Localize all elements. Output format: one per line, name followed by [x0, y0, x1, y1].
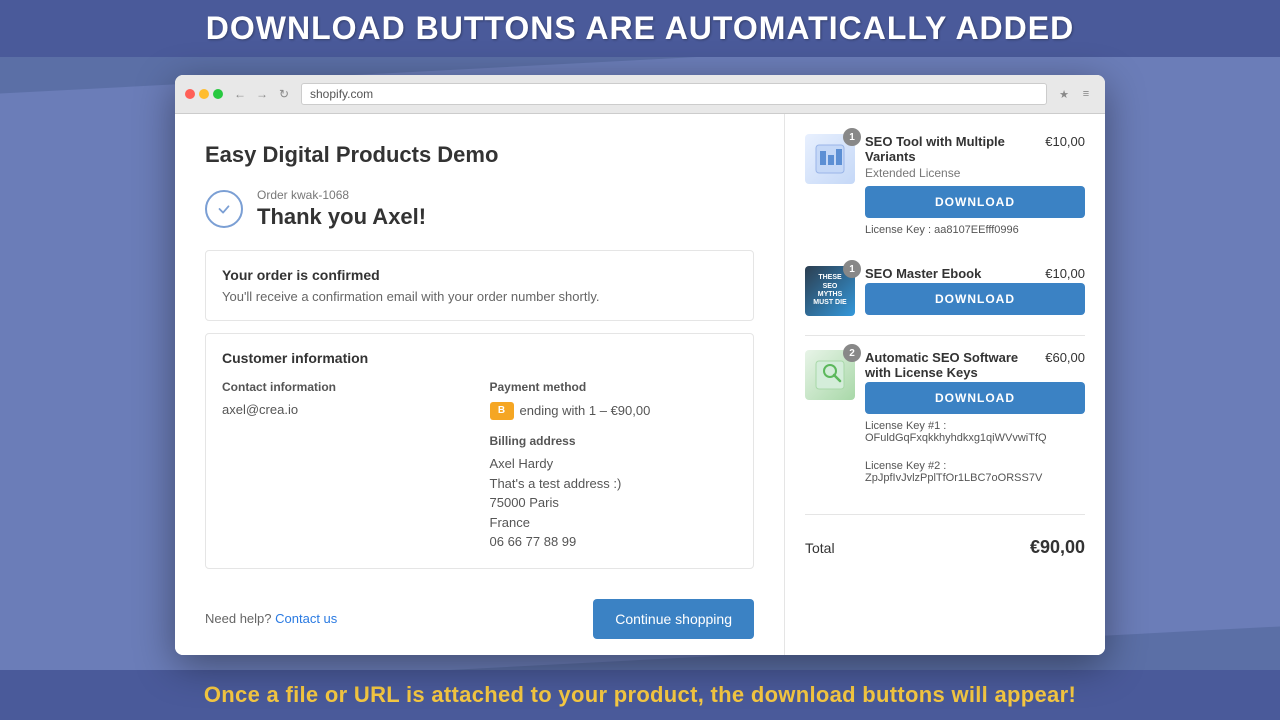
item-3-img-wrap: 2: [805, 350, 855, 400]
item-1-top-row: SEO Tool with Multiple Variants Extended…: [865, 134, 1085, 186]
footer-row: Need help? Contact us Continue shopping: [205, 589, 754, 639]
item-3-license-key-2: License Key #2 : ZpJpfIvJvlzPplTfOr1LBC7…: [865, 460, 1085, 484]
billing-section: Billing address Axel Hardy That's a test…: [490, 434, 738, 552]
item-2-top-row: SEO Master Ebook €10,00: [865, 266, 1085, 283]
browser-window: ← → ↻ shopify.com ★ ≡ Easy Digital Produ…: [175, 75, 1105, 655]
order-item-2: THESE SEO MYTHS MUST DIE 1 SEO Master Eb…: [805, 266, 1085, 321]
forward-button[interactable]: →: [253, 85, 271, 103]
browser-chrome: ← → ↻ shopify.com ★ ≡: [175, 75, 1105, 114]
bottom-banner: Once a file or URL is attached to your p…: [0, 670, 1280, 720]
need-help-text: Need help? Contact us: [205, 611, 337, 626]
total-divider: [805, 514, 1085, 515]
menu-icon[interactable]: ≡: [1077, 85, 1095, 103]
top-banner: DOWNLOAD BUTTONS ARE AUTOMATICALLY ADDED: [0, 0, 1280, 57]
item-1-license-key: License Key : aa8107EEfff0996: [865, 224, 1085, 236]
top-banner-text: DOWNLOAD BUTTONS ARE AUTOMATICALLY ADDED: [206, 10, 1074, 46]
order-confirmed-box: Your order is confirmed You'll receive a…: [205, 250, 754, 321]
store-title: Easy Digital Products Demo: [205, 142, 754, 168]
order-item-1: 1 SEO Tool with Multiple Variants Extend…: [805, 134, 1085, 252]
contact-label: Contact information: [222, 380, 470, 394]
item-3-details: Automatic SEO Software with License Keys…: [865, 350, 1085, 500]
item-1-download-button[interactable]: DOWNLOAD: [865, 186, 1085, 218]
item-3-price: €60,00: [1045, 350, 1085, 365]
item-3-license-key-1: License Key #1 : OFuldGqFxqkkhyhdkxg1qiW…: [865, 420, 1085, 444]
order-info: Order kwak-1068 Thank you Axel!: [257, 188, 426, 230]
item-1-img-wrap: 1: [805, 134, 855, 184]
item-1-price: €10,00: [1045, 134, 1085, 149]
dot-minimize[interactable]: [199, 89, 209, 99]
item-2-details: SEO Master Ebook €10,00 DOWNLOAD: [865, 266, 1085, 321]
item-1-variant: Extended License: [865, 166, 1045, 180]
url-text: shopify.com: [310, 87, 373, 101]
item-3-download-button[interactable]: DOWNLOAD: [865, 382, 1085, 414]
customer-info-title: Customer information: [222, 350, 737, 366]
item-1-name: SEO Tool with Multiple Variants: [865, 134, 1045, 164]
contact-col: Contact information axel@crea.io: [222, 380, 470, 552]
browser-dots: [185, 89, 223, 99]
left-panel: Easy Digital Products Demo Order kwak-10…: [175, 114, 785, 655]
billing-name: Axel Hardy: [490, 454, 738, 474]
browser-nav: ← → ↻: [231, 85, 293, 103]
browser-actions: ★ ≡: [1055, 85, 1095, 103]
payment-badge: B ending with 1 – €90,00: [490, 401, 651, 421]
panel-divider: [805, 335, 1085, 336]
bookmark-icon[interactable]: ★: [1055, 85, 1073, 103]
customer-info-box: Customer information Contact information…: [205, 333, 754, 569]
item-1-details: SEO Tool with Multiple Variants Extended…: [865, 134, 1085, 252]
item-2-badge: 1: [843, 260, 861, 278]
checkmark-circle: [205, 190, 243, 228]
payment-ending: ending with 1 – €90,00: [520, 401, 651, 421]
item-1-name-variant: SEO Tool with Multiple Variants Extended…: [865, 134, 1045, 186]
payment-col: Payment method B ending with 1 – €90,00 …: [490, 380, 738, 552]
item-3-top-row: Automatic SEO Software with License Keys…: [865, 350, 1085, 382]
item-2-price: €10,00: [1045, 266, 1085, 281]
seo-tool-icon: [812, 141, 848, 177]
payment-icon: B: [490, 402, 514, 420]
confirmed-text: You'll receive a confirmation email with…: [222, 289, 737, 304]
item-2-img-wrap: THESE SEO MYTHS MUST DIE 1: [805, 266, 855, 316]
item-3-badge: 2: [843, 344, 861, 362]
confirmed-title: Your order is confirmed: [222, 267, 737, 283]
total-amount: €90,00: [1030, 537, 1085, 558]
item-2-name: SEO Master Ebook: [865, 266, 981, 281]
dot-close[interactable]: [185, 89, 195, 99]
contact-email: axel@crea.io: [222, 400, 470, 420]
total-row: Total €90,00: [805, 529, 1085, 558]
billing-addr1: That's a test address :): [490, 474, 738, 494]
order-header: Order kwak-1068 Thank you Axel!: [205, 188, 754, 230]
billing-phone: 06 66 77 88 99: [490, 532, 738, 552]
order-thank: Thank you Axel!: [257, 204, 426, 230]
billing-country: France: [490, 513, 738, 533]
billing-city: 75000 Paris: [490, 493, 738, 513]
address-bar[interactable]: shopify.com: [301, 83, 1047, 105]
back-button[interactable]: ←: [231, 85, 249, 103]
refresh-button[interactable]: ↻: [275, 85, 293, 103]
dot-maximize[interactable]: [213, 89, 223, 99]
browser-content: Easy Digital Products Demo Order kwak-10…: [175, 114, 1105, 655]
payment-label: Payment method: [490, 380, 738, 394]
order-number: Order kwak-1068: [257, 188, 426, 202]
item-1-badge: 1: [843, 128, 861, 146]
continue-shopping-button[interactable]: Continue shopping: [593, 599, 754, 639]
book-text: THESE SEO MYTHS MUST DIE: [809, 272, 851, 310]
billing-label: Billing address: [490, 434, 738, 448]
total-label: Total: [805, 540, 835, 556]
contact-link[interactable]: Contact us: [275, 611, 337, 626]
seo-software-icon: [812, 357, 848, 393]
bottom-banner-text: Once a file or URL is attached to your p…: [204, 682, 1076, 707]
item-2-download-button[interactable]: DOWNLOAD: [865, 283, 1085, 315]
customer-cols: Contact information axel@crea.io Payment…: [222, 380, 737, 552]
order-item-3: 2 Automatic SEO Software with License Ke…: [805, 350, 1085, 500]
right-panel: 1 SEO Tool with Multiple Variants Extend…: [785, 114, 1105, 655]
item-3-name: Automatic SEO Software with License Keys: [865, 350, 1045, 380]
checkmark-icon: [215, 200, 233, 218]
